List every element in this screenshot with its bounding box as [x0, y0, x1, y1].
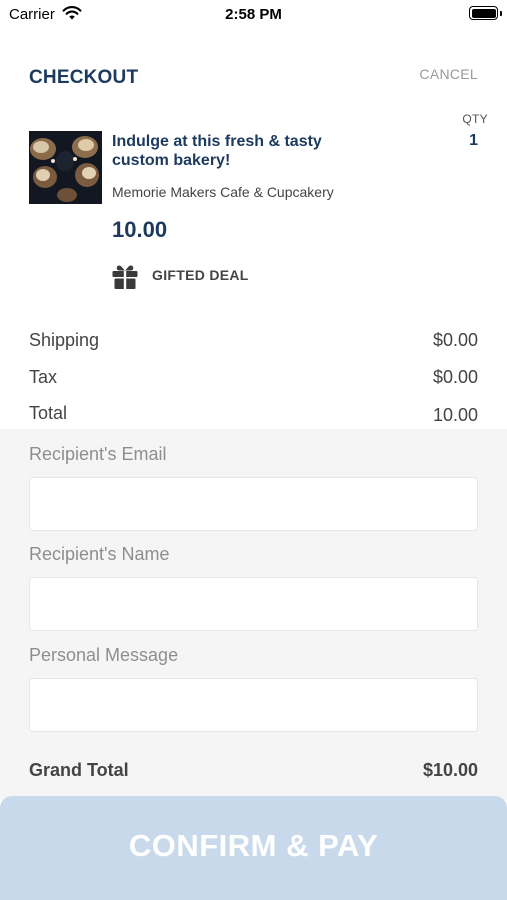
message-label: Personal Message	[29, 645, 179, 665]
tax-label: Tax	[29, 367, 58, 387]
deal-price: 10.00	[112, 217, 168, 242]
total-value: 10.00	[432, 405, 478, 425]
vendor-name: Memorie Makers Cafe & Cupcakery	[112, 184, 334, 200]
cupcakes-photo	[29, 131, 102, 204]
deal-thumbnail	[29, 131, 102, 204]
confirm-pay-button[interactable]: CONFIRM & PAY	[0, 796, 507, 900]
qty-label: QTY	[462, 112, 488, 126]
grand-total-label: Grand Total	[29, 760, 129, 780]
personal-message-field[interactable]	[29, 678, 478, 732]
grand-total-value: $10.00	[422, 760, 478, 780]
shipping-label: Shipping	[29, 330, 100, 350]
recipient-name-field[interactable]	[29, 577, 478, 631]
battery-icon	[469, 6, 498, 20]
qty-value: 1	[469, 132, 478, 149]
total-label: Total	[29, 403, 68, 423]
status-bar: Carrier 2:58 PM	[0, 0, 507, 30]
cancel-button[interactable]: CANCEL	[419, 66, 478, 82]
battery-tip	[500, 11, 502, 16]
confirm-pay-label: CONFIRM & PAY	[128, 828, 379, 863]
name-label: Recipient's Name	[29, 544, 170, 564]
email-label: Recipient's Email	[29, 444, 167, 464]
tax-value: $0.00	[432, 367, 478, 387]
clock: 2:58 PM	[225, 6, 282, 23]
gifted-deal-label: GIFTED DEAL	[152, 267, 249, 283]
recipient-email-field[interactable]	[29, 477, 478, 531]
shipping-value: $0.00	[432, 330, 478, 350]
page-title: CHECKOUT	[29, 67, 139, 88]
gift-icon	[111, 262, 139, 295]
deal-title: Indulge at this fresh & tasty custom bak…	[112, 133, 322, 169]
